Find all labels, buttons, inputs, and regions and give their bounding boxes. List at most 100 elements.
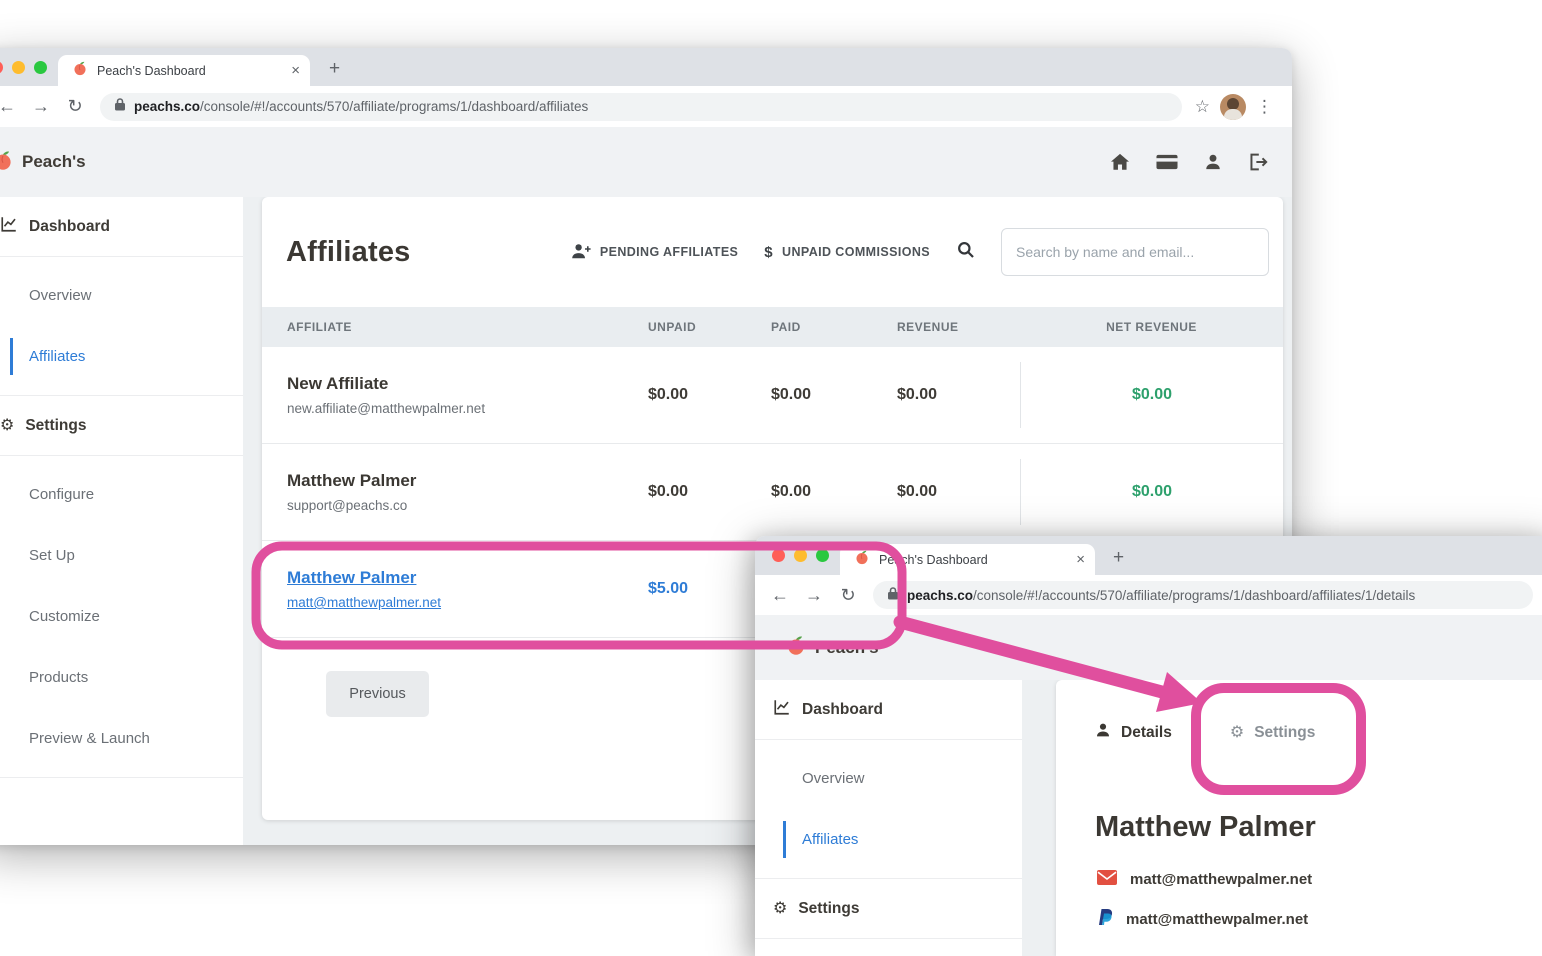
envelope-icon xyxy=(1097,870,1117,889)
sidebar-section-dashboard[interactable]: Dashboard xyxy=(0,197,243,257)
tab-strip: Peach's Dashboard × + xyxy=(755,536,1542,575)
affiliate-paypal-row: matt@matthewpalmer.net xyxy=(1097,908,1542,930)
url-host: peachs.co xyxy=(907,588,973,603)
peach-logo-icon xyxy=(785,634,807,661)
affiliates-toolbar: PENDING AFFILIATES $ UNPAID COMMISSIONS xyxy=(571,228,1269,276)
sidebar-item-affiliates[interactable]: Affiliates xyxy=(755,809,1022,870)
affiliate-cell: Matthew Palmer matt@matthewpalmer.net xyxy=(287,568,648,610)
bookmark-star-icon[interactable]: ☆ xyxy=(1195,97,1210,117)
forward-icon[interactable]: → xyxy=(24,96,58,117)
affiliate-email-value: matt@matthewpalmer.net xyxy=(1130,871,1312,888)
paid-value: $0.00 xyxy=(771,483,897,501)
minimize-window-button[interactable] xyxy=(794,549,807,562)
browser-tab[interactable]: Peach's Dashboard × xyxy=(58,55,310,86)
dollar-icon: $ xyxy=(764,244,773,261)
affiliate-email: new.affiliate@matthewpalmer.net xyxy=(287,401,648,416)
previous-button[interactable]: Previous xyxy=(326,671,429,717)
gear-icon: ⚙ xyxy=(1230,725,1244,741)
dashboard-chart-icon xyxy=(0,215,18,238)
search-input[interactable] xyxy=(1001,228,1269,276)
tab-details[interactable]: Details xyxy=(1095,722,1172,743)
sidebar-settings-items: Configure Set Up Customize Products Prev… xyxy=(0,456,243,778)
net-revenue-value: $0.00 xyxy=(1132,386,1172,404)
sidebar-item-overview[interactable]: Overview xyxy=(0,265,243,326)
sidebar-section-settings[interactable]: ⚙ Settings xyxy=(0,396,243,456)
brand-name: Peach's xyxy=(815,638,879,658)
close-tab-icon[interactable]: × xyxy=(1076,551,1085,568)
affiliate-email: support@peachs.co xyxy=(287,498,648,513)
url-field[interactable]: peachs.co/console/#!/accounts/570/affili… xyxy=(873,581,1533,609)
sidebar-item-preview-launch[interactable]: Preview & Launch xyxy=(0,708,243,769)
affiliate-email-link[interactable]: matt@matthewpalmer.net xyxy=(287,595,648,610)
sidebar-item-products[interactable]: Products xyxy=(0,647,243,708)
net-revenue-value: $0.00 xyxy=(1132,483,1172,501)
unpaid-value: $0.00 xyxy=(648,386,771,404)
sidebar-item-set-up[interactable]: Set Up xyxy=(0,525,243,586)
affiliate-detail-title: Matthew Palmer xyxy=(1095,811,1542,844)
browser-profile-avatar[interactable] xyxy=(1220,94,1246,120)
sidebar-item-configure[interactable]: Configure xyxy=(0,464,243,525)
unpaid-commissions-button[interactable]: $ UNPAID COMMISSIONS xyxy=(764,244,930,261)
account-person-icon[interactable] xyxy=(1204,153,1222,171)
browser-tab[interactable]: Peach's Dashboard × xyxy=(840,544,1095,575)
sign-out-icon[interactable] xyxy=(1248,153,1268,171)
browser-window-affiliate-details: Peach's Dashboard × + ← → ↻ peachs.co/co… xyxy=(755,536,1542,956)
forward-icon[interactable]: → xyxy=(797,585,831,606)
column-header-affiliate: AFFILIATE xyxy=(287,320,648,334)
minimize-window-button[interactable] xyxy=(12,61,25,74)
app-header: Peach's xyxy=(0,127,1292,197)
peach-favicon xyxy=(854,549,870,570)
pending-affiliates-button[interactable]: PENDING AFFILIATES xyxy=(571,243,738,262)
affiliate-cell: Matthew Palmer support@peachs.co xyxy=(287,471,648,513)
browser-menu-icon[interactable]: ⋮ xyxy=(1256,97,1273,117)
url-field[interactable]: peachs.co/console/#!/accounts/570/affili… xyxy=(100,93,1182,121)
sidebar-section-label: Settings xyxy=(798,900,859,918)
close-window-button[interactable] xyxy=(0,61,3,74)
revenue-value: $0.00 xyxy=(897,483,1020,501)
sidebar-section-label: Settings xyxy=(25,417,86,435)
home-icon[interactable] xyxy=(1110,153,1130,171)
sidebar-section-settings[interactable]: ⚙ Settings xyxy=(755,879,1022,939)
affiliate-name-link[interactable]: Matthew Palmer xyxy=(287,568,648,588)
back-icon[interactable]: ← xyxy=(0,96,24,117)
new-tab-button[interactable]: + xyxy=(1113,547,1124,569)
app-body: Dashboard Overview Affiliates ⚙ Settings… xyxy=(755,680,1542,956)
close-window-button[interactable] xyxy=(772,549,785,562)
sidebar-dashboard-items: Overview Affiliates xyxy=(755,740,1022,879)
new-tab-button[interactable]: + xyxy=(329,58,340,80)
sidebar-section-label: Dashboard xyxy=(802,701,883,719)
affiliate-name: New Affiliate xyxy=(287,374,648,394)
sidebar-item-customize[interactable]: Customize xyxy=(0,586,243,647)
zoom-window-button[interactable] xyxy=(816,549,829,562)
page-title: Affiliates xyxy=(286,236,410,269)
paid-value: $0.00 xyxy=(771,386,897,404)
tab-settings[interactable]: ⚙ Settings xyxy=(1230,722,1316,743)
gear-icon: ⚙ xyxy=(0,418,14,434)
reload-icon[interactable]: ↻ xyxy=(58,96,92,117)
reload-icon[interactable]: ↻ xyxy=(831,585,865,606)
back-icon[interactable]: ← xyxy=(763,585,797,606)
column-header-unpaid: UNPAID xyxy=(648,320,771,334)
url-text: peachs.co/console/#!/accounts/570/affili… xyxy=(907,588,1415,603)
tab-title: Peach's Dashboard xyxy=(97,64,282,78)
url-text: peachs.co/console/#!/accounts/570/affili… xyxy=(134,99,588,114)
sidebar-item-overview[interactable]: Overview xyxy=(755,748,1022,809)
zoom-window-button[interactable] xyxy=(34,61,47,74)
brand: Peach's xyxy=(0,149,86,176)
column-header-net-revenue: NET REVENUE xyxy=(1106,320,1197,334)
app-header-icons xyxy=(1110,153,1268,171)
url-path: /console/#!/accounts/570/affiliate/progr… xyxy=(200,99,588,114)
close-tab-icon[interactable]: × xyxy=(291,62,300,79)
sidebar-item-affiliates[interactable]: Affiliates xyxy=(0,326,243,387)
sidebar-section-dashboard[interactable]: Dashboard xyxy=(755,680,1022,740)
gear-icon: ⚙ xyxy=(773,901,787,917)
search-icon[interactable] xyxy=(956,240,975,264)
tab-title: Peach's Dashboard xyxy=(879,553,1067,567)
affiliate-name: Matthew Palmer xyxy=(287,471,648,491)
table-row[interactable]: New Affiliate new.affiliate@matthewpalme… xyxy=(262,347,1283,444)
app-header: Peach's xyxy=(755,615,1542,680)
table-row[interactable]: Matthew Palmer support@peachs.co $0.00 $… xyxy=(262,444,1283,541)
affiliate-detail-card: Details ⚙ Settings Matthew Palmer matt@m… xyxy=(1056,680,1542,956)
peach-logo-icon xyxy=(0,149,14,176)
billing-card-icon[interactable] xyxy=(1156,154,1178,170)
